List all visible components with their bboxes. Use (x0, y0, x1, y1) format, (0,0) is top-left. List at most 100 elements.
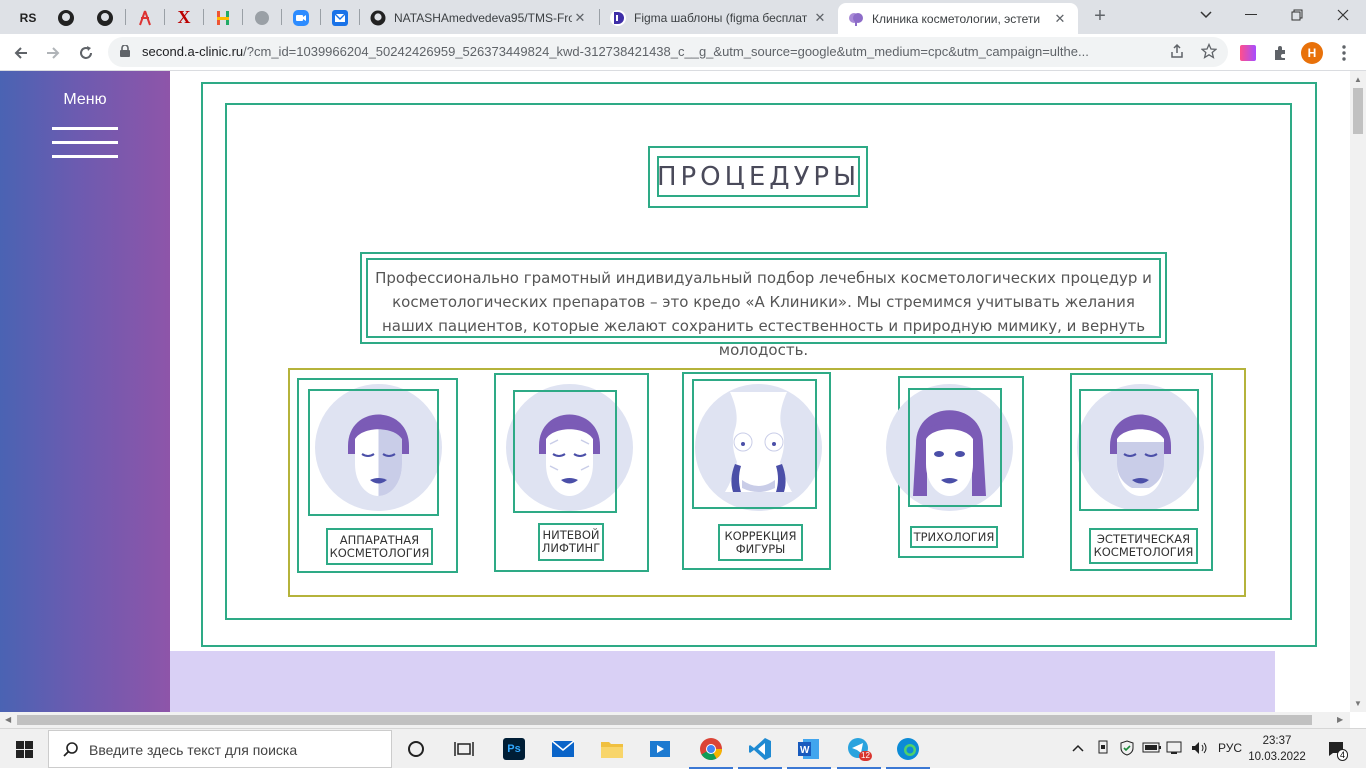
procedure-label-text: КОРРЕКЦИЯ ФИГУРЫ (724, 528, 797, 556)
taskbar-video-editor[interactable] (647, 735, 675, 763)
close-tab-icon[interactable]: ✕ (1052, 11, 1068, 27)
url-host: second.a-clinic.ru (142, 44, 244, 59)
tray-volume-icon[interactable] (1190, 740, 1210, 759)
procedure-label: НИТЕВОЙ ЛИФТИНГ (538, 523, 604, 561)
search-placeholder: Введите здесь текст для поиска (89, 742, 298, 758)
minimize-button[interactable] (1228, 0, 1274, 30)
zoom-icon (293, 9, 309, 26)
tab-title: NATASHAmedvedeva95/TMS-Fro (394, 10, 572, 25)
new-tab-button[interactable]: + (1089, 6, 1111, 28)
notification-count: 4 (1337, 749, 1349, 761)
procedure-label-text: АППАРАТНАЯ КОСМЕТОЛОГИЯ (329, 532, 430, 560)
minimize-icon (1245, 14, 1257, 15)
address-bar[interactable]: second.a-clinic.ru/?cm_id=1039966204_502… (108, 37, 1228, 67)
share-icon[interactable] (1168, 43, 1186, 61)
restore-button[interactable] (1274, 0, 1320, 30)
colored-h-icon (217, 10, 229, 25)
brain-icon (849, 12, 863, 26)
edge-icon (897, 738, 919, 760)
procedure-label: АППАРАТНАЯ КОСМЕТОЛОГИЯ (326, 528, 433, 565)
tab-strip: RS X NATASHAmedvedeva95/TMS-Fro ✕ Figma … (0, 0, 1366, 34)
taskbar-photoshop[interactable]: Ps (500, 735, 528, 763)
scroll-down-icon[interactable]: ▼ (1354, 699, 1362, 708)
hamburger-menu-icon[interactable] (52, 127, 118, 161)
scroll-thumb[interactable] (17, 715, 1312, 725)
browser-menu-icon[interactable] (1333, 42, 1355, 64)
scroll-up-icon[interactable]: ▲ (1354, 75, 1362, 84)
notification-badge: 12 (859, 751, 872, 761)
profile-initial: H (1301, 42, 1323, 64)
task-view-button[interactable] (450, 735, 478, 763)
taskbar-edge[interactable] (886, 735, 930, 769)
red-figure-icon (139, 10, 151, 25)
vertical-scrollbar[interactable]: ▲ ▼ (1350, 71, 1366, 712)
description-text: Профессионально грамотный индивидуальный… (366, 258, 1161, 359)
page-viewport: Меню ПРОЦЕДУРЫ Профессионально грамотный… (0, 71, 1350, 712)
github-icon (58, 9, 74, 26)
pinned-tab-globe[interactable] (243, 3, 281, 32)
tab-title: Клиника косметологии, эстети (872, 11, 1041, 26)
clock-date: 10.03.2022 (1248, 751, 1306, 763)
video-editor-icon (650, 741, 670, 757)
taskbar-search[interactable]: Введите здесь текст для поиска (48, 730, 392, 768)
tab-figma-templates[interactable]: Figma шаблоны (figma бесплат ✕ (600, 3, 838, 32)
search-icon (63, 742, 78, 757)
procedure-label: КОРРЕКЦИЯ ФИГУРЫ (718, 524, 803, 561)
procedure-image-frame (308, 389, 439, 516)
scroll-right-icon[interactable]: ▶ (1337, 715, 1343, 724)
next-section-band (170, 651, 1275, 712)
menu-label[interactable]: Меню (0, 91, 170, 109)
github-icon (97, 9, 113, 26)
pinned-tab-x[interactable]: X (165, 3, 203, 32)
tray-battery-icon[interactable] (1142, 740, 1162, 757)
tray-security-icon[interactable] (1119, 740, 1135, 759)
bookmark-star-icon[interactable] (1200, 42, 1218, 61)
taskbar: Введите здесь текст для поиска Ps W 12 Р… (0, 728, 1366, 769)
windows-logo-icon (15, 740, 33, 758)
taskbar-word[interactable]: W (787, 735, 831, 769)
tab-clinic[interactable]: Клиника косметологии, эстети ✕ (838, 3, 1078, 34)
pinned-tab-github-1[interactable] (47, 3, 85, 32)
sidebar: Меню (0, 71, 170, 712)
mail-icon (551, 740, 575, 757)
close-window-button[interactable] (1320, 0, 1366, 30)
taskbar-mail[interactable] (549, 735, 577, 763)
reload-button[interactable] (73, 40, 99, 66)
scroll-thumb[interactable] (1353, 88, 1363, 134)
mail-icon (332, 9, 348, 26)
close-tab-icon[interactable]: ✕ (572, 10, 588, 26)
taskbar-vscode[interactable] (738, 735, 782, 769)
tray-network-icon[interactable] (1166, 740, 1184, 759)
pinned-tab-rs[interactable]: RS (9, 3, 47, 32)
figma-d-icon (610, 9, 626, 26)
cortana-button[interactable] (402, 735, 430, 763)
tray-usb-icon[interactable] (1096, 740, 1110, 759)
pinned-tab-zoom[interactable] (282, 3, 320, 32)
pinned-tab-red-figure[interactable] (126, 3, 164, 32)
extension-gradient-icon[interactable] (1237, 42, 1259, 64)
url-text: second.a-clinic.ru/?cm_id=1039966204_502… (142, 44, 1162, 59)
tab-github-repo[interactable]: NATASHAmedvedeva95/TMS-Fro ✕ (360, 3, 598, 32)
taskbar-clock[interactable]: 23:37 10.03.2022 (1247, 733, 1307, 765)
forward-button[interactable] (40, 40, 66, 66)
horizontal-scrollbar[interactable]: ◀ ▶ (0, 712, 1350, 728)
profile-avatar[interactable]: H (1301, 42, 1323, 64)
pinned-tab-h[interactable] (204, 3, 242, 32)
pinned-tab-mail[interactable] (321, 3, 359, 32)
github-icon (370, 10, 386, 25)
taskbar-file-explorer[interactable] (598, 735, 626, 763)
scroll-left-icon[interactable]: ◀ (5, 715, 11, 724)
taskbar-chrome[interactable] (689, 735, 733, 769)
cortana-circle-icon (408, 741, 424, 757)
extensions-puzzle-icon[interactable] (1269, 42, 1291, 64)
action-center-button[interactable]: 4 (1322, 735, 1350, 763)
back-button[interactable] (8, 40, 34, 66)
close-tab-icon[interactable]: ✕ (812, 10, 828, 26)
tray-chevron-up-icon[interactable] (1072, 741, 1084, 755)
chevron-down-icon (1200, 11, 1212, 19)
tab-search-button[interactable] (1183, 0, 1229, 30)
start-button[interactable] (10, 735, 38, 763)
taskbar-telegram[interactable]: 12 (837, 735, 881, 769)
pinned-tab-github-2[interactable] (86, 3, 124, 32)
language-indicator[interactable]: РУС (1218, 741, 1242, 755)
